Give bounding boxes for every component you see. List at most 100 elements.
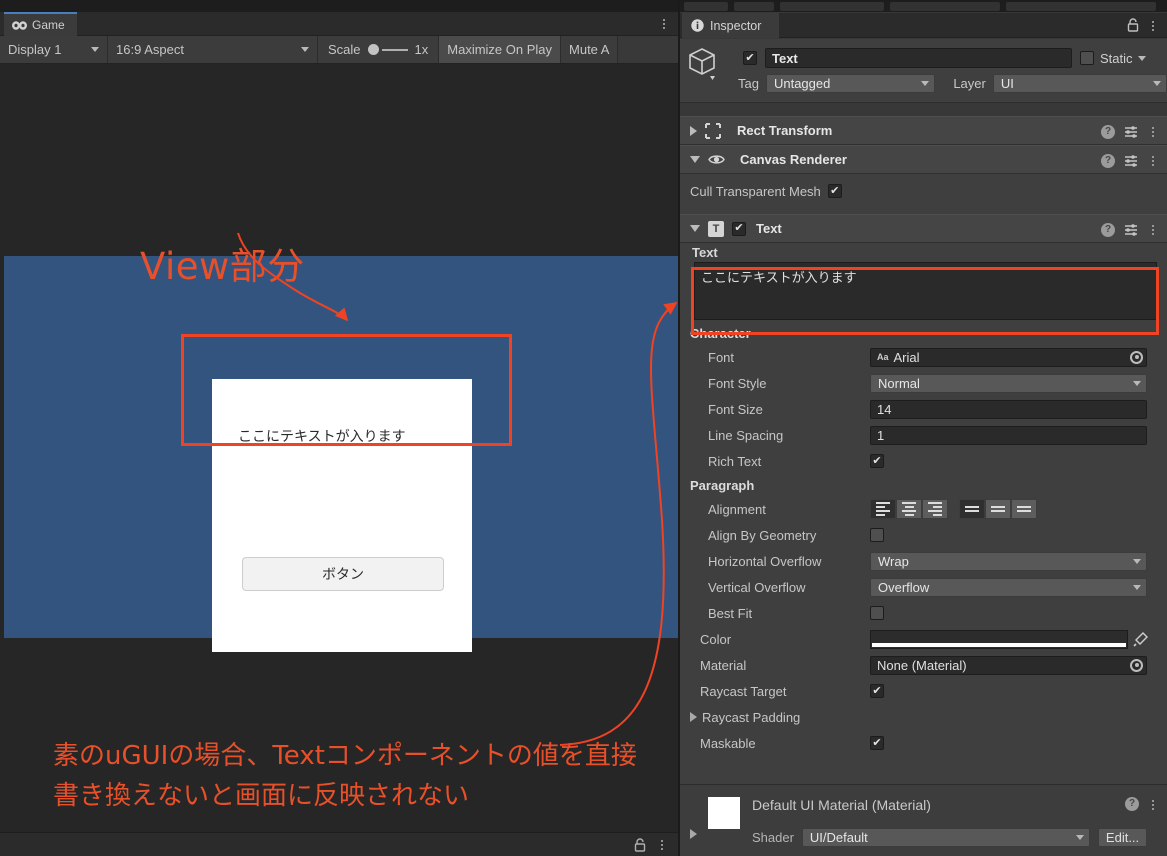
gameobject-name-input[interactable]: Text: [765, 48, 1072, 68]
object-picker-icon[interactable]: [1130, 350, 1143, 364]
text-component-enabled-checkbox[interactable]: ✔: [732, 221, 746, 236]
chevron-down-icon[interactable]: [1137, 55, 1146, 61]
mute-audio-toggle[interactable]: Mute A: [561, 36, 619, 63]
preset-icon[interactable]: [1124, 154, 1138, 168]
layer-dropdown[interactable]: UI: [992, 73, 1167, 93]
scale-slider-track[interactable]: [381, 48, 408, 51]
ui-button-label: ボタン: [322, 567, 364, 583]
align-middle-button[interactable]: [985, 499, 1011, 519]
scale-slider[interactable]: Scale 1x: [318, 36, 440, 63]
toolbar-button-slot[interactable]: [1006, 1, 1156, 11]
component-menu-icon[interactable]: [1147, 153, 1159, 168]
component-header-canvas-renderer[interactable]: Canvas Renderer ?: [680, 145, 1167, 174]
raycast-padding-row[interactable]: Raycast Padding: [680, 704, 1167, 730]
maximize-on-play-toggle[interactable]: Maximize On Play: [439, 36, 562, 63]
component-header-rect-transform[interactable]: Rect Transform ?: [680, 116, 1167, 145]
component-menu-icon[interactable]: [1147, 222, 1159, 237]
raycast-target-checkbox[interactable]: ✔: [870, 684, 884, 698]
align-left-button[interactable]: [870, 499, 896, 519]
maskable-checkbox[interactable]: ✔: [870, 736, 884, 750]
help-icon[interactable]: ?: [1101, 124, 1115, 139]
vertical-overflow-label: Vertical Overflow: [708, 579, 806, 595]
cull-transparent-mesh-checkbox[interactable]: ✔: [827, 184, 842, 198]
align-bottom-button[interactable]: [1011, 499, 1037, 519]
shader-dropdown[interactable]: UI/Default: [801, 828, 1090, 847]
align-by-geometry-row: Align By Geometry: [680, 522, 1167, 548]
best-fit-checkbox[interactable]: [870, 606, 884, 620]
tab-game[interactable]: Game: [4, 12, 77, 36]
color-swatch-field[interactable]: [870, 629, 1128, 649]
lock-icon[interactable]: [634, 837, 646, 852]
preset-icon[interactable]: [1124, 125, 1138, 139]
align-top-button[interactable]: [959, 499, 985, 519]
text-value-textarea[interactable]: ここにテキストが入ります: [694, 262, 1157, 320]
line-spacing-row: Line Spacing 1: [680, 422, 1167, 448]
annotation-caption: 素のuGUIの場合、Textコンポーネントの値を直接書き換えないと画面に反映され…: [53, 741, 637, 812]
component-name: Rect Transform: [737, 123, 833, 138]
material-object-field[interactable]: None (Material): [870, 655, 1147, 675]
gameobject-enabled-checkbox[interactable]: ✔: [743, 51, 757, 65]
cull-transparent-mesh-row: Cull Transparent Mesh ✔: [680, 174, 1167, 208]
align-by-geometry-checkbox[interactable]: [870, 528, 884, 542]
eyedropper-icon[interactable]: [1133, 631, 1148, 647]
game-render-area: ここにテキストが入ります ボタン: [4, 256, 678, 652]
info-icon: [691, 19, 704, 32]
foldout-arrow-icon[interactable]: [690, 829, 697, 839]
vertical-overflow-dropdown[interactable]: Overflow: [870, 577, 1147, 597]
rich-text-row: Rich Text ✔: [680, 448, 1167, 474]
preset-icon[interactable]: [1124, 223, 1138, 237]
game-view-canvas[interactable]: ここにテキストが入ります ボタン View部分 素のuGUIの場合、Textコン…: [0, 64, 678, 832]
horizontal-overflow-dropdown[interactable]: Wrap: [870, 551, 1147, 571]
static-checkbox[interactable]: [1080, 51, 1094, 65]
toolbar-button-slot[interactable]: [734, 1, 774, 11]
foldout-arrow-icon[interactable]: [690, 225, 700, 232]
lock-icon[interactable]: [1127, 18, 1139, 32]
line-spacing-input[interactable]: 1: [870, 425, 1147, 445]
chevron-down-icon: [1133, 558, 1141, 564]
chevron-down-icon: [1153, 80, 1161, 86]
font-size-input[interactable]: 14: [870, 399, 1147, 419]
material-value: None (Material): [877, 657, 967, 673]
material-row: Material None (Material): [680, 652, 1167, 678]
maximize-on-play-label: Maximize On Play: [447, 42, 553, 57]
foldout-arrow-icon[interactable]: [690, 125, 697, 136]
component-header-icons: ?: [1101, 215, 1159, 244]
chevron-down-icon: [91, 47, 99, 52]
edit-shader-button[interactable]: Edit...: [1097, 828, 1148, 847]
tag-dropdown[interactable]: Untagged: [765, 73, 936, 93]
display-dropdown[interactable]: Display 1: [0, 36, 108, 63]
horizontal-overflow-label: Horizontal Overflow: [708, 553, 822, 569]
help-icon[interactable]: ?: [1125, 797, 1139, 811]
toolbar-button-slot[interactable]: [780, 1, 884, 11]
game-tab-menu-icon[interactable]: [658, 16, 670, 32]
ui-button-element[interactable]: ボタン: [242, 557, 444, 591]
aspect-dropdown[interactable]: 16:9 Aspect: [108, 36, 318, 63]
help-icon[interactable]: ?: [1101, 222, 1115, 237]
font-size-value: 14: [877, 401, 892, 417]
material-preview-footer: Default UI Material (Material) ? Shader …: [680, 784, 1167, 856]
toolbar-button-slot[interactable]: [684, 1, 728, 11]
game-status-menu-icon[interactable]: [656, 837, 668, 853]
align-right-button[interactable]: [922, 499, 948, 519]
toolbar-button-slot[interactable]: [890, 1, 1000, 11]
tab-inspector[interactable]: Inspector: [682, 13, 780, 38]
object-picker-icon[interactable]: [1130, 658, 1143, 672]
foldout-arrow-icon[interactable]: [690, 156, 700, 163]
material-menu-icon[interactable]: [1147, 797, 1159, 812]
edit-shader-label: Edit...: [1105, 830, 1140, 845]
component-header-text[interactable]: T ✔ Text ?: [680, 214, 1167, 243]
component-menu-icon[interactable]: [1147, 124, 1159, 139]
scale-slider-knob[interactable]: [367, 44, 379, 55]
rich-text-checkbox[interactable]: ✔: [870, 454, 884, 468]
font-style-dropdown[interactable]: Normal: [870, 373, 1147, 393]
material-title: Default UI Material (Material): [752, 797, 931, 813]
shader-row: Shader UI/Default Edit...: [752, 828, 1148, 847]
help-icon[interactable]: ?: [1101, 153, 1115, 168]
align-center-button[interactable]: [896, 499, 922, 519]
game-tab-bar: Game: [0, 12, 678, 36]
font-object-field[interactable]: Aa Arial: [870, 347, 1147, 367]
inspector-menu-icon[interactable]: [1147, 18, 1159, 33]
font-asset-icon: Aa: [877, 352, 889, 362]
game-panel: Game Display 1 16:9 Aspect Scale 1x Maxi…: [0, 0, 678, 856]
foldout-arrow-icon[interactable]: [690, 712, 697, 722]
